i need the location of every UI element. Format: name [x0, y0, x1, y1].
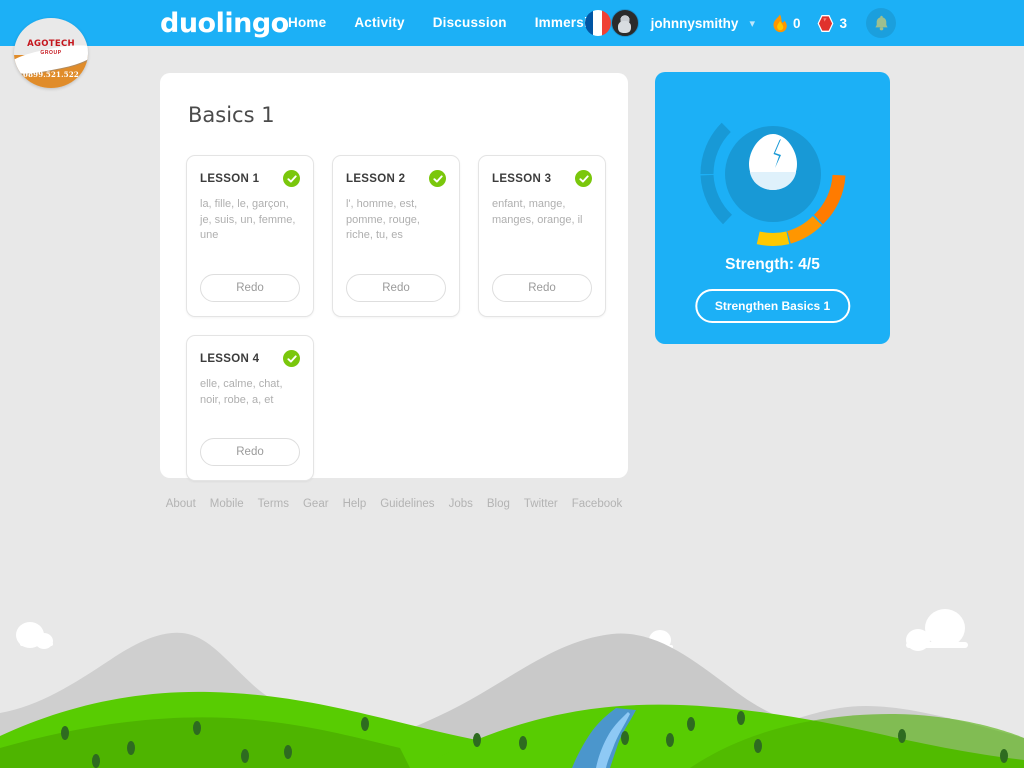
nav-link-home[interactable]: Home [288, 15, 326, 30]
redo-button[interactable]: Redo [200, 438, 300, 466]
lingot-value: 3 [839, 15, 847, 31]
check-glyph [286, 354, 297, 363]
lesson-card-3[interactable]: LESSON 3 enfant, mange, manges, orange, … [478, 155, 606, 317]
strengthen-button[interactable]: Strengthen Basics 1 [694, 289, 851, 323]
french-flag-icon[interactable] [584, 10, 611, 36]
footer-links: About Mobile Terms Gear Help Guidelines … [160, 498, 628, 510]
lesson-name: LESSON 1 [200, 172, 260, 185]
ring-segment-5 [786, 215, 822, 244]
redo-button[interactable]: Redo [492, 274, 592, 302]
strength-panel: Strength: 4/5 Strengthen Basics 1 [655, 72, 890, 344]
check-circle-icon [283, 170, 300, 187]
redo-button[interactable]: Redo [200, 274, 300, 302]
page-title: Basics 1 [188, 103, 275, 127]
strength-ring-svg [699, 103, 845, 246]
nav-user-area: johnnysmithy ▾ 0 3 [584, 0, 896, 46]
redo-button[interactable]: Redo [346, 274, 446, 302]
ring-segment-2 [722, 103, 823, 134]
top-navigation-bar: duolingo Home Activity Discussion Immers… [0, 0, 1024, 46]
footer-link-about[interactable]: About [166, 498, 196, 510]
streak-counter[interactable]: 0 [772, 14, 801, 33]
lesson-name: LESSON 2 [346, 172, 406, 185]
lesson-card-2[interactable]: LESSON 2 l', homme, est, pomme, rouge, r… [332, 155, 460, 317]
nav-links: Home Activity Discussion Immersion [288, 15, 605, 30]
check-glyph [578, 174, 589, 183]
skill-content-card: Basics 1 LESSON 1 la, fille, le, garçon,… [160, 73, 628, 481]
footer-link-terms[interactable]: Terms [258, 498, 289, 510]
lesson-card-4[interactable]: LESSON 4 elle, calme, chat, noir, robe, … [186, 335, 314, 481]
footer-link-gear[interactable]: Gear [303, 498, 329, 510]
check-circle-icon [429, 170, 446, 187]
watermark-subtitle: GROUP [40, 50, 62, 57]
username-label[interactable]: johnnysmithy [651, 16, 739, 31]
footer-link-help[interactable]: Help [343, 498, 367, 510]
ring-segment-8 [700, 174, 732, 225]
ruby-gem-icon [818, 14, 834, 32]
watermark-phone: 0899.521.522 [23, 69, 79, 79]
chevron-down-icon[interactable]: ▾ [749, 17, 755, 30]
lesson-header: LESSON 1 [200, 170, 300, 187]
duolingo-logo[interactable]: duolingo [160, 8, 289, 39]
strength-ring [693, 94, 853, 259]
cloud-right [906, 609, 968, 651]
agotech-watermark-logo: AGOTECH GROUP ✆ 0899.521.522 [14, 18, 88, 88]
lesson-grid: LESSON 1 la, fille, le, garçon, je, suis… [186, 155, 606, 481]
check-glyph [286, 174, 297, 183]
footer-link-blog[interactable]: Blog [487, 498, 510, 510]
footer-link-guidelines[interactable]: Guidelines [380, 498, 434, 510]
lesson-words: elle, calme, chat, noir, robe, a, et [200, 378, 283, 406]
bell-icon[interactable] [866, 8, 896, 38]
bell-glyph [874, 15, 888, 31]
user-avatar[interactable] [610, 9, 639, 37]
phone-icon: ✆ [48, 63, 54, 70]
footer-link-twitter[interactable]: Twitter [524, 498, 558, 510]
landscape-illustration [0, 609, 1024, 768]
lesson-name: LESSON 4 [200, 352, 260, 365]
lesson-header: LESSON 2 [346, 170, 446, 187]
check-circle-icon [575, 170, 592, 187]
check-circle-icon [283, 350, 300, 367]
cloud-left [16, 622, 53, 649]
lesson-words: enfant, mange, manges, orange, il [492, 198, 583, 226]
ring-segment-1 [699, 122, 731, 175]
lesson-header: LESSON 3 [492, 170, 592, 187]
ring-segment-3 [814, 125, 845, 175]
footer-link-mobile[interactable]: Mobile [210, 498, 244, 510]
strength-label: Strength: 4/5 [725, 256, 820, 273]
lesson-name: LESSON 3 [492, 172, 552, 185]
lesson-words: l', homme, est, pomme, rouge, riche, tu,… [346, 198, 420, 241]
check-glyph [432, 174, 443, 183]
lingot-counter[interactable]: 3 [817, 14, 847, 33]
ring-segment-6 [756, 231, 789, 246]
nav-link-activity[interactable]: Activity [354, 15, 404, 30]
lesson-card-1[interactable]: LESSON 1 la, fille, le, garçon, je, suis… [186, 155, 314, 317]
footer-link-facebook[interactable]: Facebook [572, 498, 623, 510]
lesson-words: la, fille, le, garçon, je, suis, un, fem… [200, 198, 296, 241]
flame-icon [773, 14, 787, 32]
footer-link-jobs[interactable]: Jobs [449, 498, 473, 510]
lesson-header: LESSON 4 [200, 350, 300, 367]
nav-link-discussion[interactable]: Discussion [433, 15, 507, 30]
duolingo-skill-page: duolingo Home Activity Discussion Immers… [0, 0, 1024, 768]
ring-segment-4 [813, 174, 845, 225]
streak-value: 0 [792, 15, 801, 31]
